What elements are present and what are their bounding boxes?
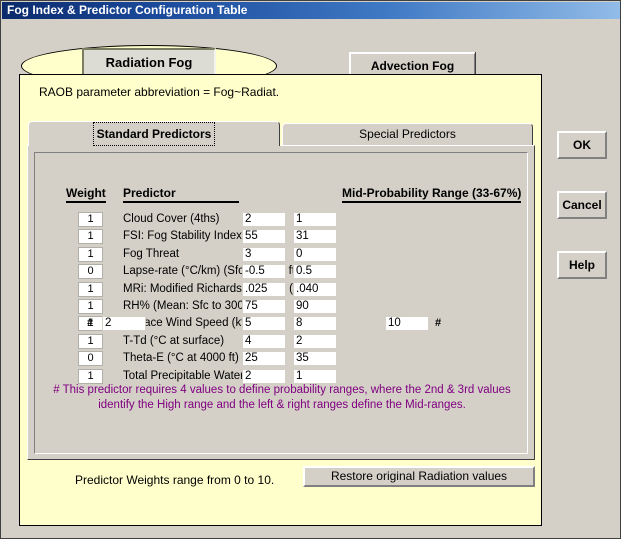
predictor-tab-control: Weight Predictor Mid-Probability Range (… — [27, 121, 535, 460]
weight-input[interactable]: 1 — [78, 299, 103, 314]
range-value-input-high[interactable]: 1 — [293, 368, 337, 384]
weight-input[interactable]: 1 — [78, 333, 103, 349]
cancel-button-label: Cancel — [562, 198, 602, 212]
predictor-row: 1 Fog Threat 3 0 — [35, 246, 529, 264]
range-value-input-low[interactable]: 25 — [242, 351, 286, 367]
range-value-input-low[interactable]: 55 — [242, 229, 286, 245]
footnote-line-2: identify the High range and the left & r… — [98, 399, 466, 411]
range-value-input-2[interactable]: 5 — [242, 316, 286, 332]
weight-input[interactable]: 1 — [78, 229, 103, 245]
predictor-row: 0 Theta-E (°C at 4000 ft) 25 35 — [35, 350, 529, 368]
tab-standard-predictors-label: Standard Predictors — [92, 122, 216, 146]
range-value-input-4[interactable]: 10 — [385, 316, 429, 332]
tab-special-predictors[interactable]: Special Predictors — [282, 123, 533, 145]
radiation-fog-label: Radiation Fog — [105, 55, 193, 70]
predictor-name-label: T-Td (°C at surface) — [123, 334, 225, 347]
range-value-input-high[interactable]: 31 — [293, 229, 337, 245]
predictor-name-label: Theta-E (°C at 4000 ft) — [123, 352, 239, 365]
fog-config-window: Fog Index & Predictor Configuration Tabl… — [0, 0, 621, 539]
ok-button[interactable]: OK — [557, 131, 607, 159]
window-title: Fog Index & Predictor Configuration Tabl… — [7, 3, 248, 17]
predictor-row: 1 Cloud Cover (4ths) 2 1 — [35, 211, 529, 229]
help-button[interactable]: Help — [557, 251, 607, 279]
restore-button-label: Restore original Radiation values — [330, 469, 508, 483]
range-value-input-3[interactable]: 8 — [293, 316, 337, 332]
predictor-row: 0 Lapse-rate (°C/km) (Sfc to 3000 ft) -0.5… — [35, 263, 529, 281]
footnote-line-1: # This predictor requires 4 values to de… — [53, 384, 511, 396]
range-value-input-high[interactable]: 35 — [293, 351, 337, 367]
column-header-mid-probability-range: Mid-Probability Range (33-67%) — [342, 186, 522, 203]
range-value-input-low[interactable]: 2 — [242, 368, 286, 384]
range-value-input-high[interactable]: 2 — [293, 333, 337, 349]
predictor-name-label: FSI: Fog Stability Index — [123, 230, 242, 243]
tab-panel-body: Weight Predictor Mid-Probability Range (… — [27, 145, 535, 460]
weight-input[interactable]: 0 — [78, 351, 103, 367]
window-titlebar: Fog Index & Predictor Configuration Tabl… — [2, 2, 620, 19]
range-value-input-low[interactable]: 2 — [242, 212, 286, 227]
column-header-weight: Weight — [66, 186, 106, 203]
range-value-input-low[interactable]: -0.5 — [242, 264, 286, 280]
raob-abbreviation-label: RAOB parameter abbreviation = Fog~Radiat… — [39, 85, 280, 99]
range-value-input-low[interactable]: 4 — [242, 333, 286, 349]
weight-input[interactable]: 1 — [78, 281, 103, 297]
predictor-row: 1 Surface Wind Speed (kt) #2 5 8 10 # — [35, 315, 529, 333]
tab-standard-predictors[interactable]: Standard Predictors — [28, 121, 280, 146]
predictor-name-label: Fog Threat — [123, 247, 180, 260]
predictor-name-label: Cloud Cover (4ths) — [123, 213, 220, 225]
restore-original-values-button[interactable]: Restore original Radiation values — [303, 466, 535, 487]
main-yellow-panel: RAOB parameter abbreviation = Fog~Radiat… — [19, 74, 542, 526]
weight-input[interactable]: 1 — [78, 212, 103, 227]
column-header-predictor: Predictor — [123, 186, 239, 203]
tab-special-predictors-label: Special Predictors — [359, 127, 456, 141]
predictor-row: 1 RH% (Mean: Sfc to 3000 ft) 75 90 — [35, 298, 529, 316]
dialog-client-area: Radiation Fog Advection Fog RAOB paramet… — [2, 19, 620, 538]
predictor-name-label: MRi: Modified Richardson Index (UPS) — [123, 282, 321, 295]
range-value-input-low[interactable]: .025 — [242, 281, 286, 297]
range-value-input-low[interactable]: 3 — [242, 246, 286, 262]
range-value-input-low[interactable]: 75 — [242, 299, 286, 314]
range-value-input-1[interactable]: 2 — [102, 316, 146, 332]
weights-range-note: Predictor Weights range from 0 to 10. — [75, 473, 275, 487]
range-value-input-high[interactable]: 1 — [293, 212, 337, 227]
advection-fog-label: Advection Fog — [370, 59, 455, 73]
hash-marker-left-icon: # — [87, 317, 94, 330]
ok-button-label: OK — [573, 138, 591, 152]
weight-input[interactable]: 1 — [78, 246, 103, 262]
predictor-row: 1 MRi: Modified Richardson Index (UPS) .02… — [35, 281, 529, 299]
predictor-row: 1 FSI: Fog Stability Index 55 31 — [35, 228, 529, 246]
weight-input[interactable]: 1 — [78, 368, 103, 384]
range-value-input-high[interactable]: 0.5 — [293, 264, 337, 280]
cancel-button[interactable]: Cancel — [557, 191, 607, 219]
range-value-input-high[interactable]: 90 — [293, 299, 337, 314]
range-value-input-high[interactable]: 0 — [293, 246, 337, 262]
footnote-text: # This predictor requires 4 values to de… — [35, 383, 529, 413]
hash-marker-right-icon: # — [435, 317, 442, 330]
help-button-label: Help — [568, 258, 595, 272]
tab-panel-inner: Weight Predictor Mid-Probability Range (… — [34, 152, 528, 454]
range-value-input-high[interactable]: .040 — [293, 281, 337, 297]
predictor-row: 1 T-Td (°C at surface) 4 2 — [35, 333, 529, 351]
weight-input[interactable]: 0 — [78, 264, 103, 280]
